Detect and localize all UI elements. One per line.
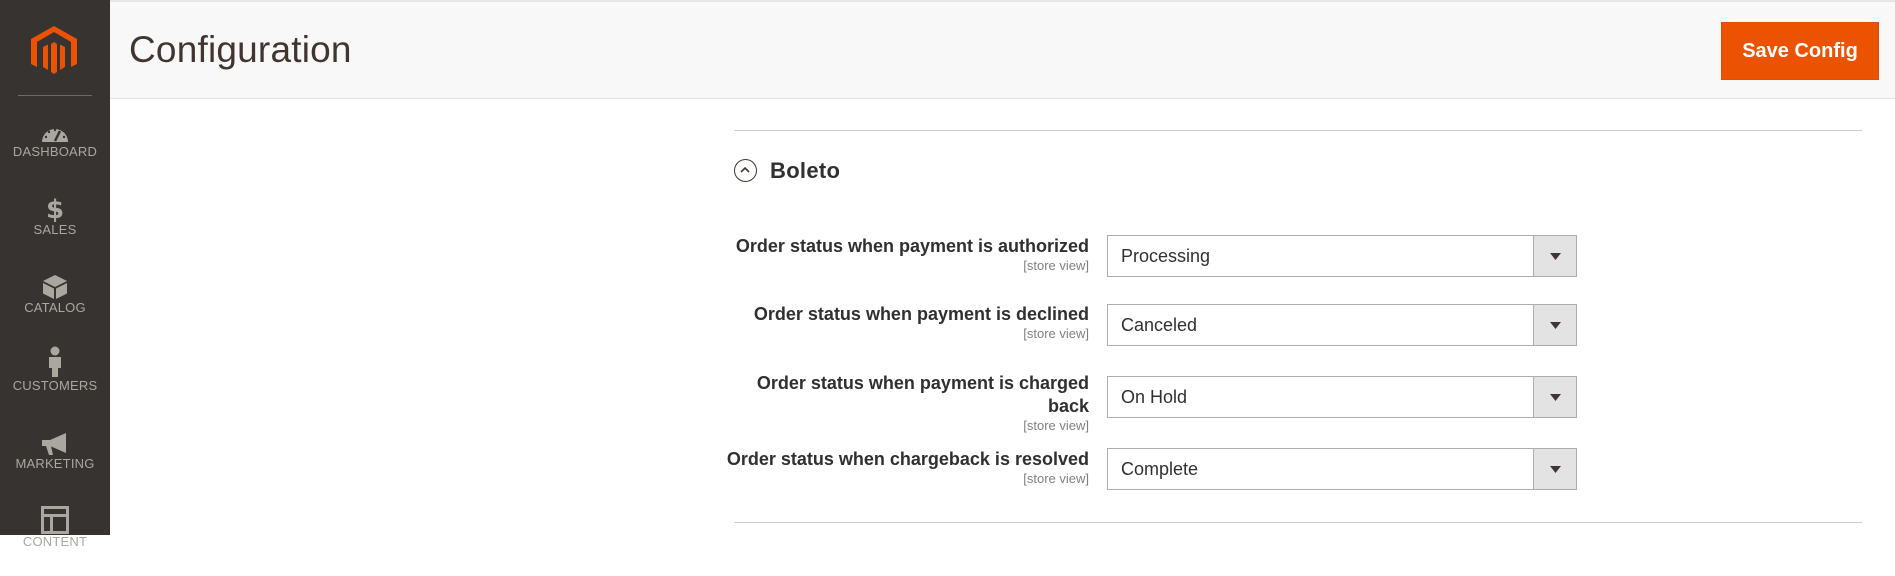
save-config-button[interactable]: Save Config <box>1721 22 1879 80</box>
scope-label: [store view] <box>1023 418 1089 433</box>
sidebar-item-label: MARKETING <box>15 456 95 471</box>
layout-icon <box>0 500 110 534</box>
order-status-chargedback-select[interactable]: On Hold <box>1107 376 1577 418</box>
select-arrow[interactable] <box>1533 449 1576 489</box>
select-arrow[interactable] <box>1533 236 1576 276</box>
admin-sidebar: DASHBOARD $ SALES CATALOG CUSTOMERS MARK… <box>0 0 110 549</box>
triangle-down-icon <box>1550 466 1561 473</box>
sidebar-item-label: DASHBOARD <box>12 144 98 159</box>
chevron-up-icon <box>734 159 757 182</box>
triangle-down-icon <box>1550 394 1561 401</box>
select-value: On Hold <box>1121 387 1188 407</box>
scope-label: [store view] <box>1023 258 1089 273</box>
sidebar-item-label: CATALOG <box>24 300 86 315</box>
sidebar-item-dashboard[interactable]: DASHBOARD <box>0 110 110 186</box>
select-value: Complete <box>1121 459 1199 479</box>
select-value: Processing <box>1121 246 1211 266</box>
sidebar-item-label: CUSTOMERS <box>12 378 98 393</box>
field-label: Order status when payment is declined <box>753 304 1089 324</box>
select-arrow[interactable] <box>1533 377 1576 417</box>
sidebar-item-customers[interactable]: CUSTOMERS <box>0 344 110 420</box>
field-label: Order status when chargeback is resolved <box>726 449 1089 469</box>
megaphone-icon <box>0 422 110 456</box>
field-label-continued: back <box>1047 396 1089 416</box>
magento-logo-icon <box>31 26 77 74</box>
triangle-down-icon <box>1550 253 1561 260</box>
sidebar-item-content[interactable]: CONTENT <box>0 500 110 576</box>
sidebar-item-label: SALES <box>33 222 77 237</box>
order-status-chargeback-resolved-select[interactable]: Complete <box>1107 448 1577 490</box>
page-header: Configuration Save Config <box>110 0 1895 99</box>
sidebar-item-label: CONTENT <box>22 534 88 549</box>
triangle-down-icon <box>1550 322 1561 329</box>
sidebar-item-catalog[interactable]: CATALOG <box>0 266 110 342</box>
scope-label: [store view] <box>1023 471 1089 486</box>
section-title: Boleto <box>770 158 841 183</box>
order-status-authorized-select[interactable]: Processing <box>1107 235 1577 277</box>
dollar-icon: $ <box>0 188 110 222</box>
select-value: Canceled <box>1121 315 1198 335</box>
logo-divider <box>18 95 92 96</box>
select-arrow[interactable] <box>1533 305 1576 345</box>
dashboard-icon <box>0 110 110 144</box>
field-label: Order status when payment is charged <box>756 373 1089 393</box>
section-divider-bottom <box>734 522 1862 523</box>
logo-link[interactable] <box>0 0 110 97</box>
scope-label: [store view] <box>1023 326 1089 341</box>
section-divider-top <box>734 130 1862 131</box>
order-status-declined-select[interactable]: Canceled <box>1107 304 1577 346</box>
box-icon <box>0 266 110 300</box>
field-label: Order status when payment is authorized <box>735 236 1089 256</box>
page-title: Configuration <box>129 29 352 70</box>
sidebar-item-sales[interactable]: $ SALES <box>0 188 110 264</box>
sidebar-item-marketing[interactable]: MARKETING <box>0 422 110 498</box>
person-icon <box>0 344 110 378</box>
section-toggle-boleto[interactable]: Boleto <box>734 156 934 186</box>
svg-text:$: $ <box>46 195 64 222</box>
